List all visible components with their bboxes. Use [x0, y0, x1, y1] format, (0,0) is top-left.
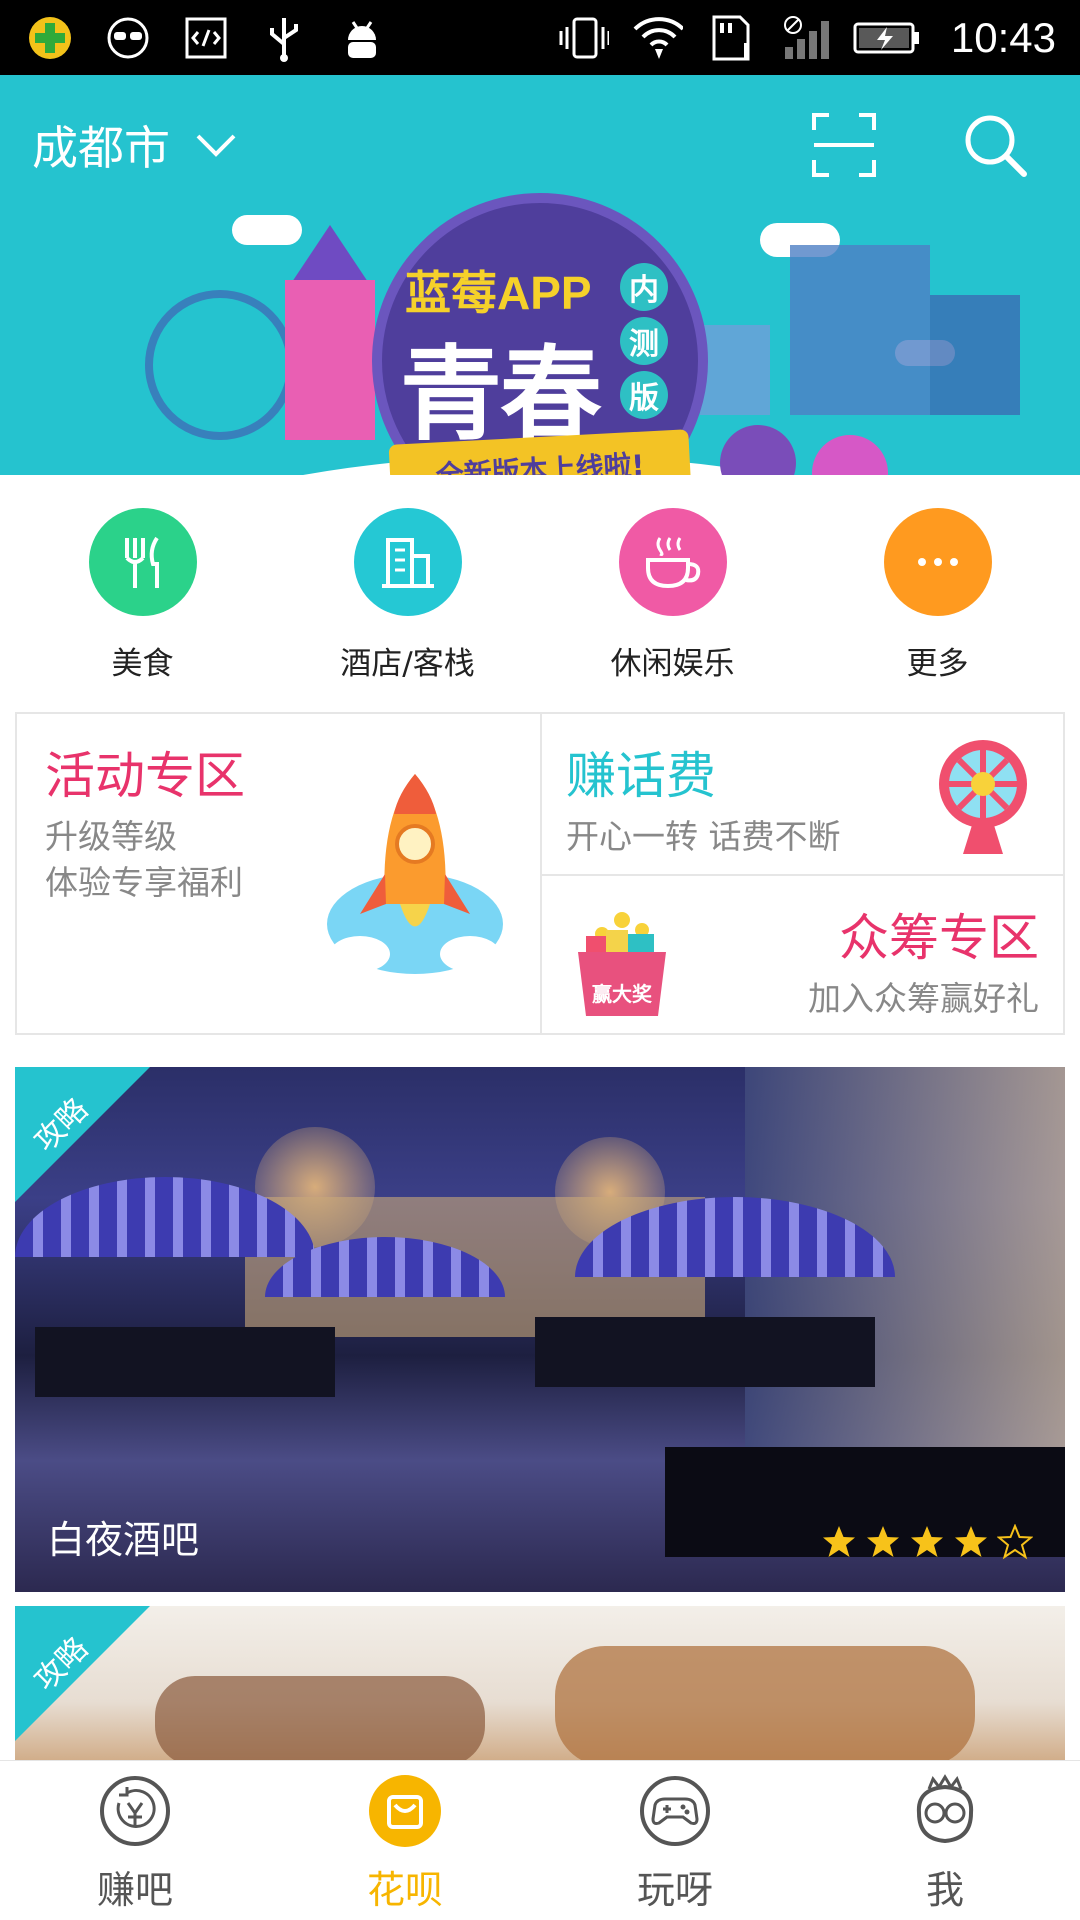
clock: 10:43 [950, 13, 1056, 61]
prize-box-label: 赢大奖 [592, 982, 652, 1006]
category-label: 美食 [111, 646, 174, 682]
star-filled-icon [955, 1526, 987, 1557]
category-label: 更多 [906, 646, 969, 682]
nav-earn[interactable]: 赚吧 [0, 1761, 270, 1920]
promo-grid: 活动专区 升级等级 体验专享福利 赚话费 开心一转 话费不断 众筹专区 加入众筹… [15, 712, 1065, 1035]
category-hotel[interactable]: 酒店/客栈 [308, 508, 508, 683]
building-icon [353, 508, 462, 616]
nav-label: 玩呀 [636, 1868, 713, 1912]
no-signal-icon [779, 12, 831, 64]
food-illustration [555, 1646, 975, 1766]
usb-icon [258, 12, 310, 64]
crowdfunding-tile[interactable]: 众筹专区 加入众筹赢好礼 赢大奖 [542, 876, 1063, 1044]
castle-illustration [285, 280, 375, 440]
glass-wall [745, 1067, 1065, 1487]
prize-wheel-icon [939, 740, 1027, 854]
ferris-wheel-illustration [145, 290, 295, 440]
category-label: 酒店/客栈 [340, 646, 475, 682]
star-filled-icon [823, 1526, 855, 1557]
search-icon[interactable] [962, 112, 1028, 178]
rocket-icon [327, 774, 503, 974]
category-label: 休闲娱乐 [610, 646, 735, 682]
vibrate-icon [557, 12, 609, 64]
category-more[interactable]: 更多 [838, 508, 1038, 683]
code-icon [180, 12, 232, 64]
fork-knife-icon [88, 508, 197, 616]
status-bar: 10:43 [0, 0, 1080, 75]
nav-play[interactable]: 玩呀 [540, 1761, 810, 1920]
nav-label: 花呗 [366, 1868, 443, 1912]
banner-tag: 版 [620, 371, 668, 419]
nav-label: 赚吧 [96, 1868, 173, 1912]
prize-box-icon: 赢大奖 [572, 890, 672, 1020]
plus-shield-icon [24, 12, 76, 64]
top-bar: 成都市 [0, 100, 1080, 190]
building-illustration [790, 245, 930, 415]
card-title: 白夜酒吧 [47, 1518, 200, 1562]
castle-roof-illustration [290, 225, 370, 285]
wifi-icon [631, 12, 683, 64]
scan-icon[interactable] [811, 112, 877, 178]
banner-tags: 内 测 版 [620, 263, 668, 419]
bottom-nav: 赚吧 花呗 玩呀 我 [0, 1760, 1080, 1920]
banner-tag: 测 [620, 317, 668, 365]
nav-label: 我 [925, 1868, 964, 1912]
profile-face-icon [916, 1774, 974, 1844]
mascot-illustration [720, 425, 796, 475]
table-row-illustration [35, 1327, 335, 1397]
city-selector[interactable]: 成都市 [32, 112, 238, 178]
nav-huabei[interactable]: 花呗 [270, 1761, 540, 1920]
gamepad-icon [640, 1776, 710, 1846]
building-illustration [930, 295, 1020, 415]
android-icon [336, 12, 388, 64]
app-screen: 10:43 蓝莓APP 青春 内 测 版 全新版本上线啦! 成都市 美食 酒店/… [0, 0, 1080, 1920]
coffee-cup-icon [618, 508, 727, 616]
star-filled-icon [911, 1526, 943, 1557]
chevron-down-icon [196, 134, 236, 157]
guide-card[interactable]: 攻略 白夜酒吧 [15, 1067, 1065, 1592]
bag-icon [369, 1775, 441, 1847]
phone-fee-tile[interactable]: 赚话费 开心一转 话费不断 [542, 714, 1063, 876]
star-filled-icon [867, 1526, 899, 1557]
category-row: 美食 酒店/客栈 休闲娱乐 更多 [0, 508, 1080, 683]
nav-me[interactable]: 我 [810, 1761, 1080, 1920]
star-rating [821, 1524, 1033, 1560]
activity-zone-tile[interactable]: 活动专区 升级等级 体验专享福利 [17, 714, 542, 1033]
category-leisure[interactable]: 休闲娱乐 [573, 508, 773, 683]
sunglasses-icon [102, 12, 154, 64]
banner-tag: 内 [620, 263, 668, 311]
category-food[interactable]: 美食 [43, 508, 243, 683]
sdcard-icon [705, 12, 757, 64]
food-illustration [155, 1676, 485, 1766]
yuan-refresh-icon [100, 1776, 170, 1846]
table-row-illustration [535, 1317, 875, 1387]
star-outline-icon [997, 1524, 1033, 1560]
more-icon [883, 508, 992, 616]
building-illustration [700, 325, 770, 415]
city-label: 成都市 [32, 121, 170, 175]
mascot-illustration [812, 435, 888, 475]
guide-card[interactable]: 攻略 [15, 1606, 1065, 1766]
battery-charging-icon [853, 12, 921, 64]
